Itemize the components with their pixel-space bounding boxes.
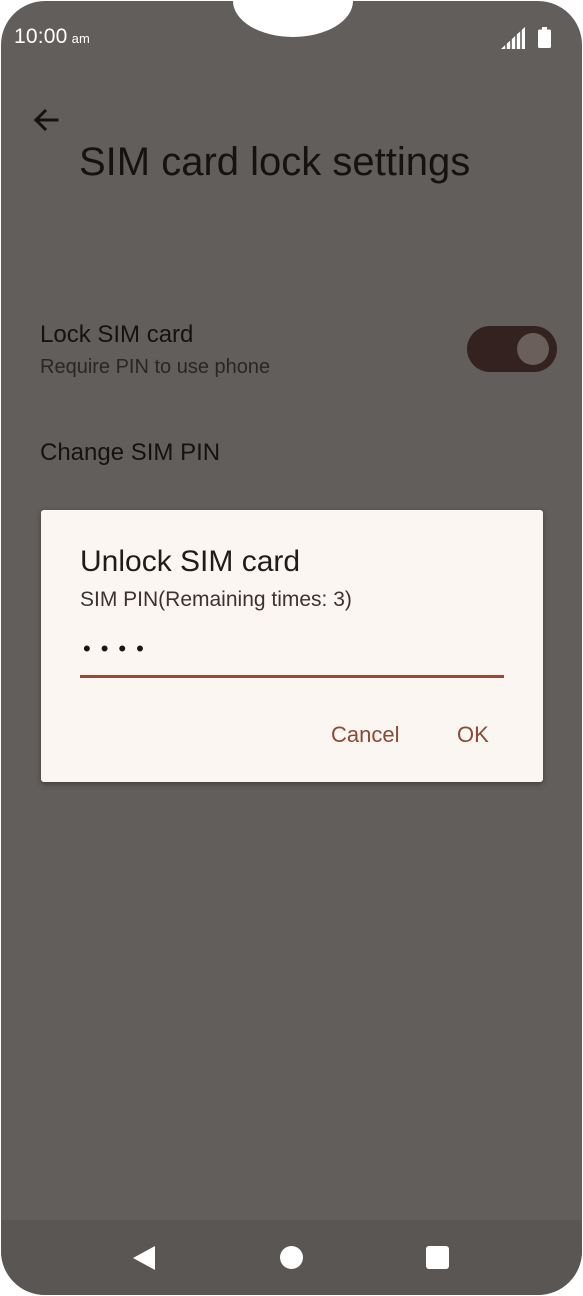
ok-button[interactable]: OK [457,722,489,748]
lock-sim-card-row[interactable]: Lock SIM card Require PIN to use phone [1,311,582,391]
unlock-sim-dialog: Unlock SIM card SIM PIN(Remaining times:… [41,510,543,782]
change-sim-pin-item[interactable]: Change SIM PIN [40,439,220,467]
nav-back-triangle-icon[interactable] [131,1244,159,1272]
lock-sim-toggle[interactable] [467,326,557,372]
sim-pin-masked-value: •••• [83,636,154,661]
nav-home-circle-icon[interactable] [280,1246,303,1269]
navigation-bar [1,1220,582,1295]
arrow-back-icon[interactable] [29,103,63,137]
page-title: SIM card lock settings [79,140,471,184]
dialog-title: Unlock SIM card [80,545,301,578]
nav-recents-square-icon[interactable] [426,1246,449,1269]
battery-full-icon [538,27,551,48]
cancel-button[interactable]: Cancel [331,722,399,748]
status-time-value: 10:00 [14,25,68,48]
dialog-subtitle: SIM PIN(Remaining times: 3) [80,588,352,611]
lock-sim-card-subtitle: Require PIN to use phone [40,356,271,378]
status-time-ampm: am [71,31,91,46]
toggle-thumb [517,333,549,365]
phone-screen: 10:00 am SIM card lock settings Lock SIM … [1,1,582,1295]
status-time: 10:00 am [14,25,90,49]
cell-signal-icon [501,27,525,49]
lock-sim-card-title: Lock SIM card [40,321,194,348]
camera-notch [233,1,353,37]
